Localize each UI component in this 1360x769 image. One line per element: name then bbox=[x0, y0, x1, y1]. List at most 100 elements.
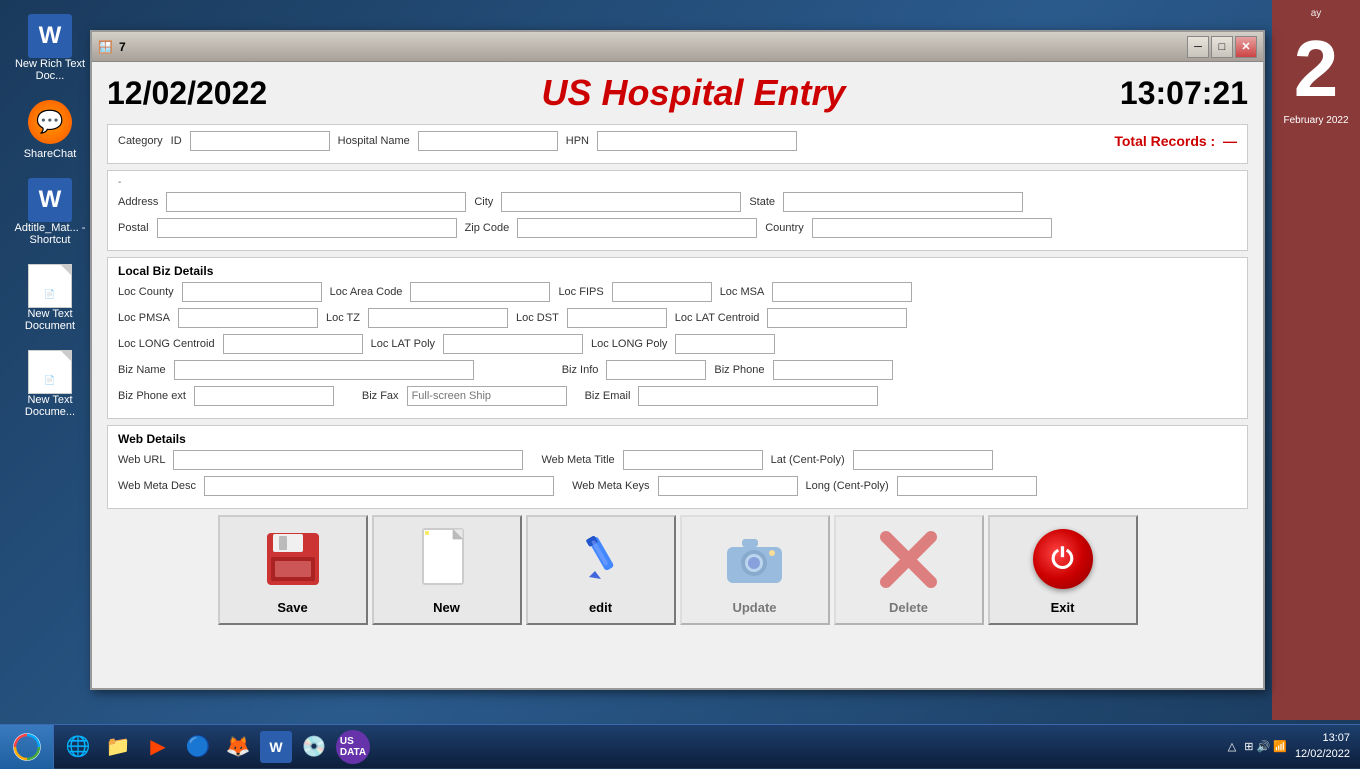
hpn-input[interactable] bbox=[597, 131, 797, 151]
text-doc-icon-1: 📄 bbox=[28, 264, 72, 308]
new-button[interactable]: New bbox=[372, 515, 522, 625]
zip-code-input[interactable] bbox=[517, 218, 757, 238]
loc-county-input[interactable] bbox=[182, 282, 322, 302]
web-details-section: Web Details Web URL Web Meta Title Lat (… bbox=[107, 425, 1248, 509]
web-url-input[interactable] bbox=[173, 450, 523, 470]
hpn-label: HPN bbox=[566, 135, 589, 147]
taskbar-folder-icon[interactable]: 📁 bbox=[100, 729, 136, 765]
web-meta-keys-input[interactable] bbox=[658, 476, 798, 496]
maximize-button[interactable]: □ bbox=[1211, 36, 1233, 58]
taskbar-firefox-icon[interactable]: 🦊 bbox=[220, 729, 256, 765]
taskbar-word-icon[interactable]: W bbox=[260, 731, 292, 763]
postal-label: Postal bbox=[118, 222, 149, 234]
icon-label-word2: Adtitle_Mat... - Shortcut bbox=[14, 222, 86, 246]
web-meta-title-input[interactable] bbox=[623, 450, 763, 470]
app-window: 🪟 7 ─ □ ✕ 12/02/2022 US Hospital Entry 1… bbox=[90, 30, 1265, 690]
biz-phone-ext-label: Biz Phone ext bbox=[118, 390, 186, 402]
loc-msa-input[interactable] bbox=[772, 282, 912, 302]
loc-pmsa-input[interactable] bbox=[178, 308, 318, 328]
biz-info-label: Biz Info bbox=[562, 364, 599, 376]
sharechat-icon: 💬 bbox=[28, 100, 72, 144]
web-row-2: Web Meta Desc Web Meta Keys Long (Cent-P… bbox=[118, 476, 1237, 496]
loc-tz-input[interactable] bbox=[368, 308, 508, 328]
address-input[interactable] bbox=[166, 192, 466, 212]
loc-long-poly-input[interactable] bbox=[675, 334, 775, 354]
category-row: Category ID Hospital Name HPN Total Reco… bbox=[118, 131, 1237, 151]
loc-long-centroid-input[interactable] bbox=[223, 334, 363, 354]
title-bar: 🪟 7 ─ □ ✕ bbox=[92, 32, 1263, 62]
state-input[interactable] bbox=[783, 192, 1023, 212]
taskbar-date: 12/02/2022 bbox=[1295, 747, 1350, 762]
edit-button[interactable]: edit bbox=[526, 515, 676, 625]
taskbar-usdata-icon[interactable]: USDATA bbox=[336, 730, 370, 764]
desktop-icon-word1[interactable]: W New Rich Text Doc... bbox=[10, 10, 90, 86]
icon-label-textdoc2: New Text Docume... bbox=[14, 394, 86, 418]
loc-lat-centroid-input[interactable] bbox=[767, 308, 907, 328]
taskbar-chrome-icon[interactable]: 🔵 bbox=[180, 729, 216, 765]
biz-fax-input[interactable] bbox=[407, 386, 567, 406]
loc-lat-poly-input[interactable] bbox=[443, 334, 583, 354]
taskbar: 🌐 📁 ▶ 🔵 🦊 W 💿 USDATA △ ⊞ 🔊 📶 13:07 12/02… bbox=[0, 724, 1360, 768]
icon-label-word1: New Rich Text Doc... bbox=[14, 58, 86, 82]
zip-code-label: Zip Code bbox=[465, 222, 510, 234]
start-button[interactable] bbox=[0, 725, 54, 769]
taskbar-media-icon[interactable]: ▶ bbox=[140, 729, 176, 765]
lat-cent-poly-input[interactable] bbox=[853, 450, 993, 470]
total-records-display: Total Records : — bbox=[1114, 133, 1237, 149]
biz-phone-input[interactable] bbox=[773, 360, 893, 380]
city-input[interactable] bbox=[501, 192, 741, 212]
biz-name-input[interactable] bbox=[174, 360, 474, 380]
desktop-icon-textdoc2[interactable]: 📄 New Text Docume... bbox=[10, 346, 90, 422]
desktop-icon-word2[interactable]: W Adtitle_Mat... - Shortcut bbox=[10, 174, 90, 250]
address-section: - Address City State Postal Zip Code Cou… bbox=[107, 170, 1248, 251]
icon-label-sharechat: ShareChat bbox=[24, 148, 77, 160]
taskbar-network-icon: △ bbox=[1228, 740, 1236, 753]
biz-row-4: Biz Name Biz Info Biz Phone bbox=[118, 360, 1237, 380]
web-meta-keys-label: Web Meta Keys bbox=[572, 480, 649, 492]
biz-info-input[interactable] bbox=[606, 360, 706, 380]
calendar-widget: ay 2 February 2022 bbox=[1272, 0, 1360, 720]
app-time: 13:07:21 bbox=[1120, 75, 1248, 112]
desktop-icon-textdoc1[interactable]: 📄 New Text Document bbox=[10, 260, 90, 336]
delete-label: Delete bbox=[889, 600, 928, 615]
country-input[interactable] bbox=[812, 218, 1052, 238]
desktop-icons: W New Rich Text Doc... 💬 ShareChat W Adt… bbox=[0, 0, 100, 432]
update-icon bbox=[720, 524, 790, 594]
biz-email-input[interactable] bbox=[638, 386, 878, 406]
update-button[interactable]: Update bbox=[680, 515, 830, 625]
taskbar-app1-icon[interactable]: 💿 bbox=[296, 729, 332, 765]
app-header: 12/02/2022 US Hospital Entry 13:07:21 bbox=[107, 72, 1248, 114]
close-button[interactable]: ✕ bbox=[1235, 36, 1257, 58]
desktop-icon-sharechat[interactable]: 💬 ShareChat bbox=[10, 96, 90, 164]
address-label: Address bbox=[118, 196, 158, 208]
lat-cent-poly-label: Lat (Cent-Poly) bbox=[771, 454, 845, 466]
taskbar-ie-icon[interactable]: 🌐 bbox=[60, 729, 96, 765]
hospital-name-input[interactable] bbox=[418, 131, 558, 151]
long-cent-poly-input[interactable] bbox=[897, 476, 1037, 496]
id-input[interactable] bbox=[190, 131, 330, 151]
loc-dst-input[interactable] bbox=[567, 308, 667, 328]
app-content: 12/02/2022 US Hospital Entry 13:07:21 Ca… bbox=[92, 62, 1263, 688]
desktop: W New Rich Text Doc... 💬 ShareChat W Adt… bbox=[0, 0, 1360, 768]
exit-button[interactable]: ⏻ Exit bbox=[988, 515, 1138, 625]
loc-area-code-input[interactable] bbox=[410, 282, 550, 302]
loc-fips-input[interactable] bbox=[612, 282, 712, 302]
biz-email-label: Biz Email bbox=[585, 390, 631, 402]
delete-button[interactable]: Delete bbox=[834, 515, 984, 625]
minimize-button[interactable]: ─ bbox=[1187, 36, 1209, 58]
biz-phone-label: Biz Phone bbox=[714, 364, 764, 376]
web-meta-desc-input[interactable] bbox=[204, 476, 554, 496]
biz-details-title: Local Biz Details bbox=[118, 264, 1237, 278]
state-label: State bbox=[749, 196, 775, 208]
total-records-label: Total Records : bbox=[1114, 133, 1215, 149]
edit-icon bbox=[566, 524, 636, 594]
taskbar-clock: 13:07 12/02/2022 bbox=[1295, 731, 1350, 762]
biz-row-3: Loc LONG Centroid Loc LAT Poly Loc LONG … bbox=[118, 334, 1237, 354]
text-doc-icon-2: 📄 bbox=[28, 350, 72, 394]
biz-phone-ext-input[interactable] bbox=[194, 386, 334, 406]
save-button[interactable]: Save bbox=[218, 515, 368, 625]
cal-day-number: 2 bbox=[1294, 29, 1339, 109]
postal-input[interactable] bbox=[157, 218, 457, 238]
title-bar-buttons: ─ □ ✕ bbox=[1187, 36, 1257, 58]
loc-msa-label: Loc MSA bbox=[720, 286, 765, 298]
